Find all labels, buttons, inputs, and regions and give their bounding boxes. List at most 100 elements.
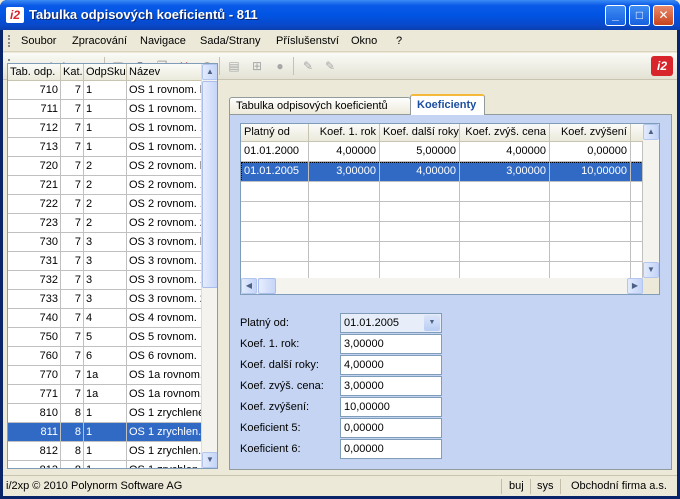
menu-okno[interactable]: Okno <box>351 35 377 47</box>
grid-header-koef-zvys-cena[interactable]: Koef. zvýš. cena <box>460 124 550 142</box>
nazev-cell: OS 3 rovnom. 1 <box>127 252 202 271</box>
minimize-button[interactable]: _ <box>605 5 626 26</box>
list-row[interactable]: 770 7 1a OS 1a rovnom. <box>8 366 202 385</box>
list-vertical-scrollbar[interactable]: ▲ ▼ <box>201 64 217 468</box>
grid-scroll-left-icon[interactable]: ◀ <box>241 278 257 294</box>
title-bar[interactable]: i2 Tabulka odpisových koeficientů - 811 … <box>0 0 680 30</box>
list-row[interactable]: 731 7 3 OS 3 rovnom. 1 <box>8 252 202 271</box>
nazev-cell: OS 2 rovnom. 1 <box>127 176 202 195</box>
kat-cell: 7 <box>61 100 84 119</box>
platny-od-cell <box>241 182 309 202</box>
close-button[interactable]: ✕ <box>653 5 674 26</box>
maximize-button[interactable]: □ <box>629 5 650 26</box>
list-row[interactable]: 713 7 1 OS 1 rovnom. 2 <box>8 138 202 157</box>
list-row[interactable]: 721 7 2 OS 2 rovnom. 1 <box>8 176 202 195</box>
status-system: sys <box>537 480 554 492</box>
list-row[interactable]: 710 7 1 OS 1 rovnom. b <box>8 81 202 100</box>
coefficient-table-list[interactable]: Tab. odp. Kat. OdpSku Název 710 7 1 OS 1 ro… <box>7 63 218 469</box>
odpsku-cell: 3 <box>84 252 127 271</box>
list-row[interactable]: 750 7 5 OS 5 rovnom. <box>8 328 202 347</box>
nazev-cell: OS 1 zrychlen. <box>127 461 202 468</box>
grid-header-koef-zvyseni[interactable]: Koef. zvýšení <box>550 124 631 142</box>
koef-1-rok-field[interactable]: 3,00000 <box>340 334 442 354</box>
koeficient-5-field[interactable]: 0,00000 <box>340 418 442 438</box>
koef-zvyseni-cell: 10,00000 <box>550 162 631 182</box>
tab-odp-cell: 712 <box>8 119 61 138</box>
menu-help[interactable]: ? <box>396 35 402 47</box>
tab-koeficienty[interactable]: Koeficienty <box>410 94 485 115</box>
scroll-up-icon[interactable]: ▲ <box>202 64 217 80</box>
list-row[interactable]: 760 7 6 OS 6 rovnom. <box>8 347 202 366</box>
koef-1-rok-value: 3,00000 <box>344 338 384 350</box>
grid-empty-row[interactable] <box>241 242 643 262</box>
scroll-thumb[interactable] <box>202 81 217 288</box>
menu-navigace[interactable]: Navigace <box>140 35 186 47</box>
coefficients-grid[interactable]: Platný od Koef. 1. rok Koef. další roky … <box>240 123 660 295</box>
list-row[interactable]: 771 7 1a OS 1a rovnom. <box>8 385 202 404</box>
koeficient-6-field[interactable]: 0,00000 <box>340 439 442 459</box>
list-row[interactable]: 811 8 1 OS 1 zrychlen. <box>8 423 202 442</box>
list-row[interactable]: 81381OS 1 zrychlen. <box>8 461 202 468</box>
list-row[interactable]: 711 7 1 OS 1 rovnom. 1 <box>8 100 202 119</box>
nazev-cell: OS 2 rovnom. b <box>127 157 202 176</box>
list-row[interactable]: 733 7 3 OS 3 rovnom. 2 <box>8 290 202 309</box>
list-row[interactable]: 732 7 3 OS 3 rovnom. 1 <box>8 271 202 290</box>
grid-row[interactable]: 01.01.2000 4,00000 5,00000 4,00000 0,00000 <box>241 142 643 162</box>
grid-row[interactable]: 01.01.2005 3,00000 4,00000 3,00000 10,00000 <box>241 162 643 182</box>
list-row[interactable]: 810 8 1 OS 1 zrychlené <box>8 404 202 423</box>
column-header-odpsku[interactable]: OdpSku <box>84 64 127 81</box>
filler-cell <box>631 242 643 262</box>
scroll-down-icon[interactable]: ▼ <box>202 452 217 468</box>
list-row[interactable]: 730 7 3 OS 3 rovnom. b <box>8 233 202 252</box>
column-header-nazev[interactable]: Název <box>127 64 202 81</box>
koeficient-6-value: 0,00000 <box>344 443 384 455</box>
grid-scroll-down-icon[interactable]: ▼ <box>643 262 659 278</box>
edit-alt-icon[interactable]: ✎ <box>321 57 339 75</box>
date-dropdown-icon[interactable]: ▼ <box>424 315 440 331</box>
grid-header-koef-1-rok[interactable]: Koef. 1. rok <box>309 124 380 142</box>
print-icon[interactable]: ▤ <box>225 57 243 75</box>
tab-odp-cell: 771 <box>8 385 61 404</box>
list-row[interactable]: 812 8 1 OS 1 zrychlen. <box>8 442 202 461</box>
kat-cell: 8 <box>61 442 84 461</box>
grid-empty-row[interactable] <box>241 222 643 242</box>
koef-zvys-cena-field[interactable]: 3,00000 <box>340 376 442 396</box>
grid-scroll-right-icon[interactable]: ▶ <box>627 278 643 294</box>
list-row[interactable]: 740 7 4 OS 4 rovnom. <box>8 309 202 328</box>
menu-grip-icon[interactable] <box>8 35 11 47</box>
menu-soubor[interactable]: Soubor <box>21 35 56 47</box>
koef-dalsi-roky-field[interactable]: 4,00000 <box>340 355 442 375</box>
edit-icon[interactable]: ✎ <box>299 57 317 75</box>
koef-zvyseni-field[interactable]: 10,00000 <box>340 397 442 417</box>
tab-tabulka-odpisovych-koeficientu[interactable]: Tabulka odpisových koeficientů <box>229 97 411 115</box>
app-window: i2 Tabulka odpisových koeficientů - 811 … <box>0 0 680 499</box>
list-row[interactable]: 720 7 2 OS 2 rovnom. b <box>8 157 202 176</box>
list-row[interactable]: 722 7 2 OS 2 rovnom. 1 <box>8 195 202 214</box>
help-icon[interactable]: ● <box>271 57 289 75</box>
column-header-tab-odp[interactable]: Tab. odp. <box>8 64 61 81</box>
kat-cell: 7 <box>61 366 84 385</box>
nazev-cell: OS 2 rovnom. 1 <box>127 195 202 214</box>
menu-sada-strany[interactable]: Sada/Strany <box>200 35 261 47</box>
tree-icon[interactable]: ⊞ <box>248 57 266 75</box>
platny-od-cell <box>241 202 309 222</box>
grid-empty-row[interactable] <box>241 202 643 222</box>
menu-zpracovani[interactable]: Zpracování <box>72 35 127 47</box>
platny-od-field[interactable]: 01.01.2005 ▼ <box>340 313 442 333</box>
list-row[interactable]: 712 7 1 OS 1 rovnom. 1 <box>8 119 202 138</box>
grid-header-platny-od[interactable]: Platný od <box>241 124 309 142</box>
list-row[interactable]: 723 7 2 OS 2 rovnom. 2 <box>8 214 202 233</box>
grid-horizontal-thumb[interactable] <box>258 278 276 294</box>
grid-empty-row[interactable] <box>241 182 643 202</box>
grid-vertical-scrollbar[interactable]: ▲ ▼ <box>643 124 659 278</box>
koef-dalsi-roky-cell: 5,00000 <box>380 142 460 162</box>
grid-scroll-up-icon[interactable]: ▲ <box>643 124 659 140</box>
coefficients-panel: Platný od Koef. 1. rok Koef. další roky … <box>229 114 672 470</box>
kat-cell: 7 <box>61 290 84 309</box>
grid-horizontal-scrollbar[interactable]: ◀ ▶ <box>241 278 643 294</box>
column-header-kat[interactable]: Kat. <box>61 64 84 81</box>
status-copyright: i/2xp © 2010 Polynorm Software AG <box>6 480 183 492</box>
tab-odp-cell: 723 <box>8 214 61 233</box>
menu-prislusenstvi[interactable]: Příslušenství <box>276 35 339 47</box>
grid-header-koef-dalsi-roky[interactable]: Koef. další roky <box>380 124 460 142</box>
